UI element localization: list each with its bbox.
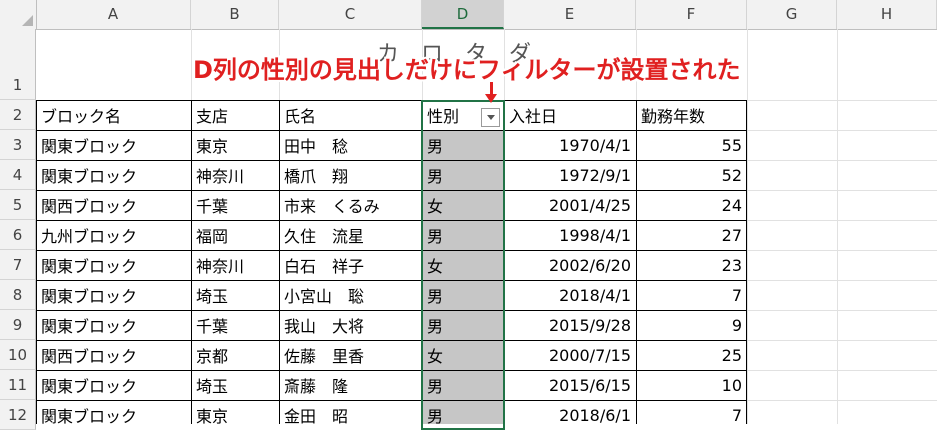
header-cell-branch[interactable]: 支店 <box>191 100 279 130</box>
cell-branch[interactable]: 神奈川 <box>191 160 279 190</box>
cell-name[interactable]: 白石 祥子 <box>279 250 422 280</box>
row-header-8[interactable]: 8 <box>0 280 36 310</box>
column-header-d[interactable]: D <box>422 0 504 29</box>
cell-block[interactable]: 関西ブロック <box>36 340 191 370</box>
row-header-12[interactable]: 12 <box>0 400 36 430</box>
chevron-down-icon <box>486 115 495 120</box>
cell-name[interactable]: 斎藤 隆 <box>279 370 422 400</box>
cell-branch[interactable]: 埼玉 <box>191 370 279 400</box>
row-header-3[interactable]: 3 <box>0 130 36 160</box>
column-header-e[interactable]: E <box>504 0 636 29</box>
cell-join-date[interactable]: 1970/4/1 <box>504 130 636 160</box>
cell-years[interactable]: 55 <box>636 130 747 160</box>
annotation-callout: D列の性別の見出しだけにフィルターが設置された <box>193 56 741 84</box>
cell-join-date[interactable]: 2000/7/15 <box>504 340 636 370</box>
cell-branch[interactable]: 神奈川 <box>191 250 279 280</box>
cell-years[interactable]: 25 <box>636 340 747 370</box>
cell-block[interactable]: 関東ブロック <box>36 370 191 400</box>
cell-branch[interactable]: 福岡 <box>191 220 279 250</box>
cell-years[interactable]: 9 <box>636 310 747 340</box>
column-header-f[interactable]: F <box>636 0 747 29</box>
cell-years[interactable]: 27 <box>636 220 747 250</box>
row-header-2[interactable]: 2 <box>0 100 36 130</box>
cell-branch[interactable]: 東京 <box>191 130 279 160</box>
cell-years[interactable]: 10 <box>636 370 747 400</box>
cell-join-date[interactable]: 1972/9/1 <box>504 160 636 190</box>
column-header-c[interactable]: C <box>279 0 422 29</box>
cell-name[interactable]: 小宮山 聡 <box>279 280 422 310</box>
cell-name[interactable]: 橋爪 翔 <box>279 160 422 190</box>
column-header-row: A B C D E F G H <box>0 0 937 30</box>
cell-years[interactable]: 52 <box>636 160 747 190</box>
column-header-g[interactable]: G <box>747 0 837 29</box>
row-header-5[interactable]: 5 <box>0 190 36 220</box>
cell-branch[interactable]: 千葉 <box>191 190 279 220</box>
arrow-down-icon <box>485 94 497 103</box>
cell-block[interactable]: 関東ブロック <box>36 130 191 160</box>
cell-name[interactable]: 佐藤 里香 <box>279 340 422 370</box>
spreadsheet-grid: A B C D E F G H 1 2 3 4 5 6 7 8 9 10 11 … <box>0 0 937 430</box>
cell-block[interactable]: 関東ブロック <box>36 160 191 190</box>
cell-branch[interactable]: 埼玉 <box>191 280 279 310</box>
cell-name[interactable]: 田中 稔 <box>279 130 422 160</box>
header-cell-name[interactable]: 氏名 <box>279 100 422 130</box>
cell-years[interactable]: 7 <box>636 400 747 430</box>
header-cell-block[interactable]: ブロック名 <box>36 100 191 130</box>
cell-years[interactable]: 7 <box>636 280 747 310</box>
column-header-a[interactable]: A <box>36 0 191 29</box>
filter-dropdown-button[interactable] <box>481 108 500 127</box>
cell-branch[interactable]: 東京 <box>191 400 279 430</box>
cell-years[interactable]: 23 <box>636 250 747 280</box>
column-header-h[interactable]: H <box>837 0 937 29</box>
cell-join-date[interactable]: 1998/4/1 <box>504 220 636 250</box>
cell-join-date[interactable]: 2018/6/1 <box>504 400 636 430</box>
cell-block[interactable]: 九州ブロック <box>36 220 191 250</box>
row-header-7[interactable]: 7 <box>0 250 36 280</box>
row-header-10[interactable]: 10 <box>0 340 36 370</box>
cell-block[interactable]: 関東ブロック <box>36 310 191 340</box>
row-header-4[interactable]: 4 <box>0 160 36 190</box>
cell-name[interactable]: 我山 大将 <box>279 310 422 340</box>
row-header-1[interactable]: 1 <box>0 29 36 100</box>
cell-branch[interactable]: 京都 <box>191 340 279 370</box>
cell-block[interactable]: 関東ブロック <box>36 280 191 310</box>
cell-block[interactable]: 関東ブロック <box>36 400 191 430</box>
row-header-11[interactable]: 11 <box>0 370 36 400</box>
cell-join-date[interactable]: 2018/4/1 <box>504 280 636 310</box>
row-header-6[interactable]: 6 <box>0 220 36 250</box>
cell-name[interactable]: 市来 くるみ <box>279 190 422 220</box>
select-all-corner[interactable] <box>0 0 37 29</box>
cell-join-date[interactable]: 2002/6/20 <box>504 250 636 280</box>
column-d-selection <box>421 100 505 430</box>
row-header-9[interactable]: 9 <box>0 310 36 340</box>
cell-name[interactable]: 久住 流星 <box>279 220 422 250</box>
cell-name[interactable]: 金田 昭 <box>279 400 422 430</box>
cell-block[interactable]: 関西ブロック <box>36 190 191 220</box>
cell-join-date[interactable]: 2015/9/28 <box>504 310 636 340</box>
cell-branch[interactable]: 千葉 <box>191 310 279 340</box>
cell-block[interactable]: 関東ブロック <box>36 250 191 280</box>
cell-years[interactable]: 24 <box>636 190 747 220</box>
header-cell-years[interactable]: 勤務年数 <box>636 100 747 130</box>
header-cell-join-date[interactable]: 入社日 <box>504 100 636 130</box>
cell-join-date[interactable]: 2001/4/25 <box>504 190 636 220</box>
column-header-b[interactable]: B <box>191 0 279 29</box>
cell-join-date[interactable]: 2015/6/15 <box>504 370 636 400</box>
